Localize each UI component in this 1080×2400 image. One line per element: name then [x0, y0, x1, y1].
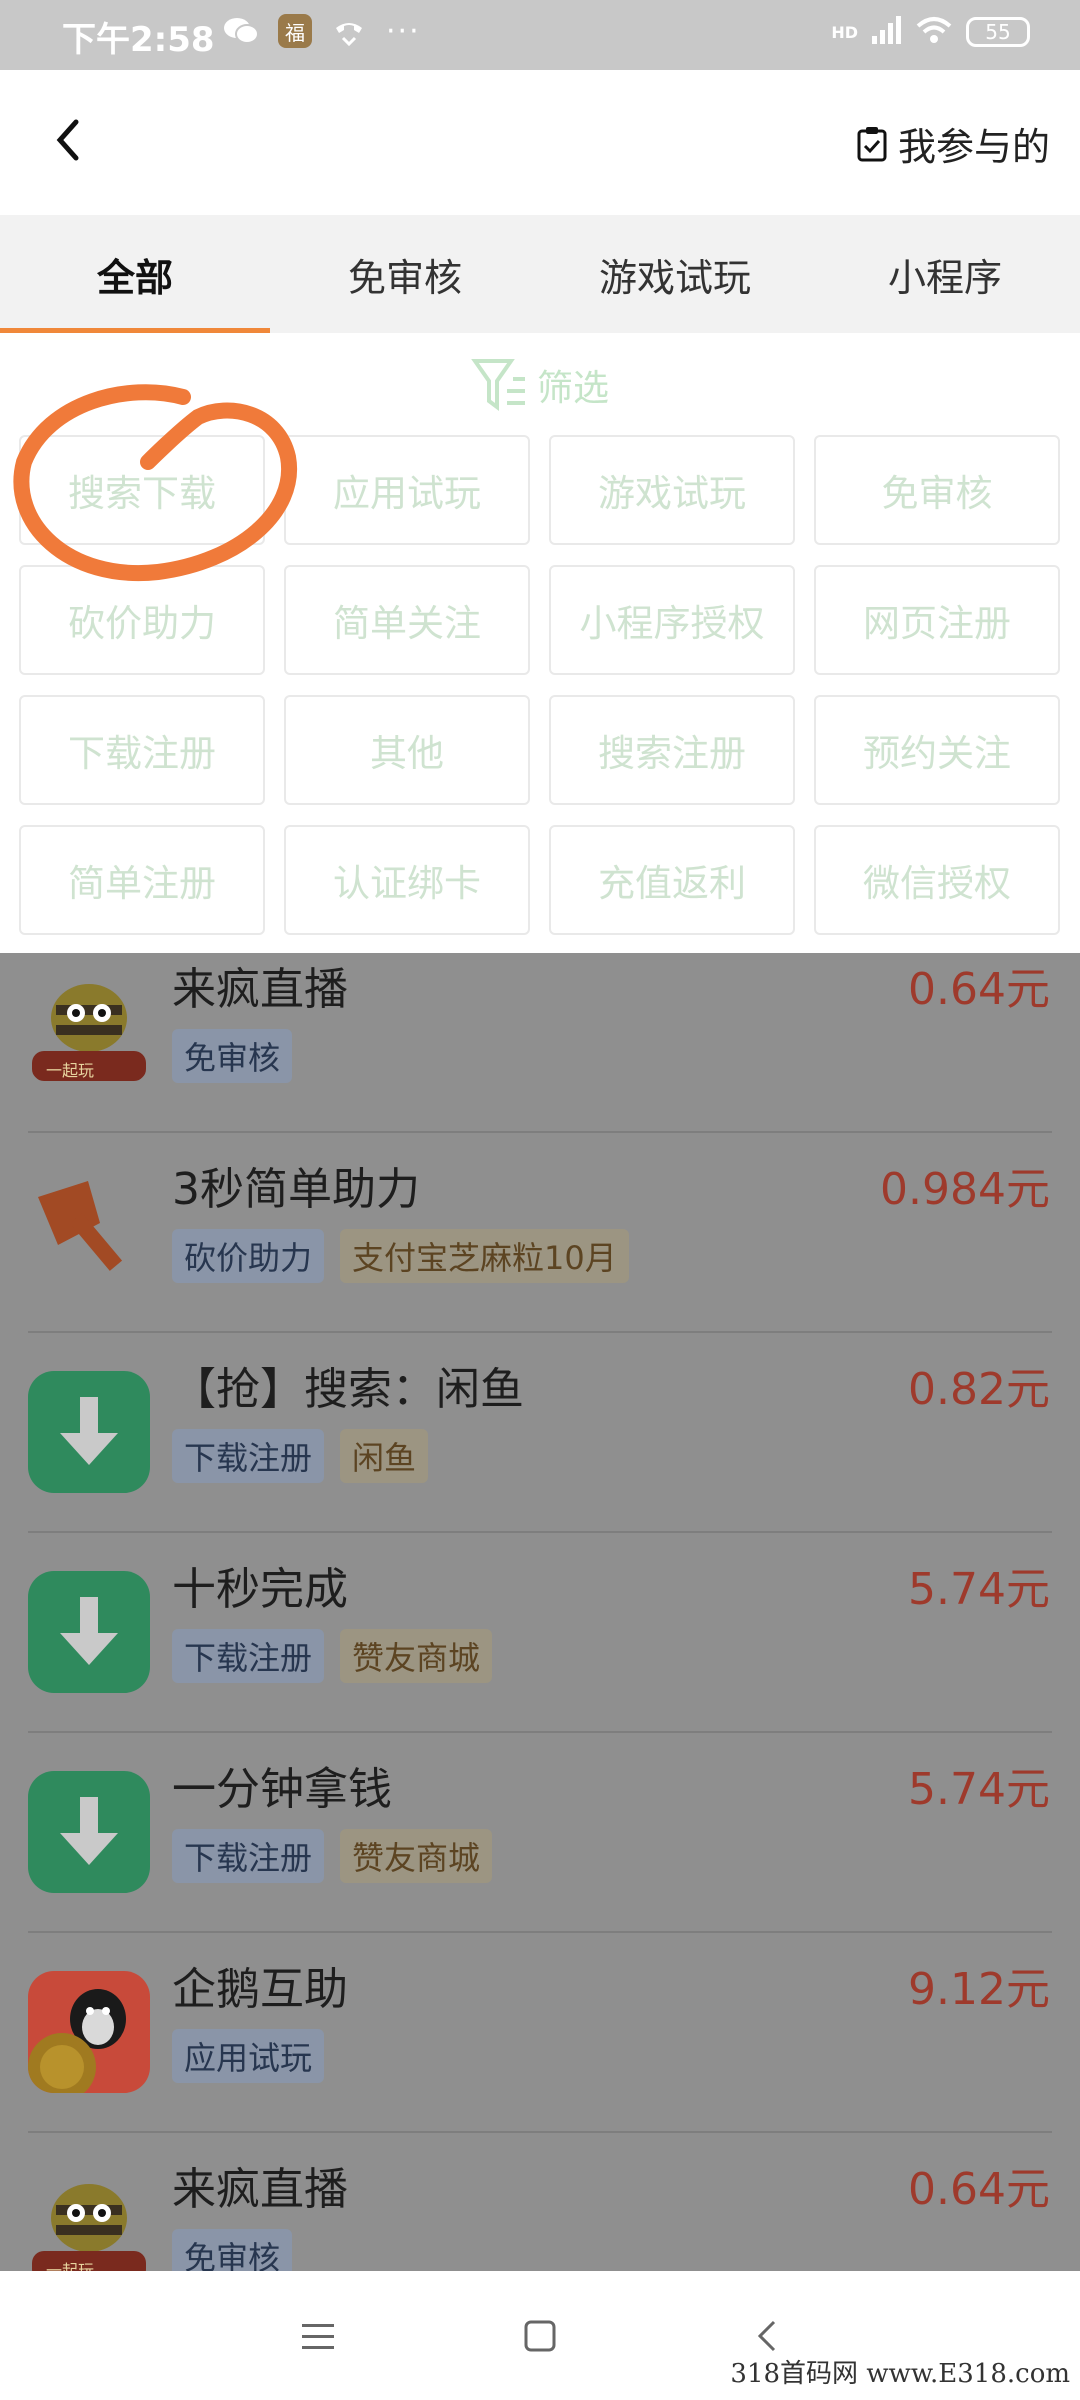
download-icon: [28, 1571, 150, 1693]
task-price: 5.74元: [908, 1764, 1050, 1815]
task-tag: 赞友商城: [340, 1829, 493, 1883]
task-tag: 下载注册: [172, 1429, 325, 1483]
wifi-icon: [916, 16, 952, 48]
task-row[interactable]: 十秒完成 下载注册 赞友商城 5.74元: [0, 1533, 1080, 1733]
task-tag: 下载注册: [172, 1829, 325, 1883]
task-title: 来疯直播: [172, 2164, 348, 2215]
task-tags: 下载注册 赞友商城: [172, 1829, 493, 1883]
task-tag: 砍价助力: [172, 1229, 325, 1283]
wechat-icon: [222, 12, 260, 50]
bee-icon: 一起玩: [28, 963, 150, 1085]
task-price: 0.64元: [908, 964, 1050, 1015]
bee-badge: 一起玩: [46, 2261, 95, 2271]
download-icon: [28, 1371, 150, 1493]
filter-option[interactable]: 免审核: [814, 435, 1060, 545]
menu-icon: [302, 2324, 334, 2349]
watermark: 318首码网 www.E318.com: [730, 2359, 1070, 2389]
task-tags: 免审核: [172, 1029, 293, 1083]
filter-option[interactable]: 微信授权: [814, 825, 1060, 935]
task-tags: 下载注册 闲鱼: [172, 1429, 429, 1483]
task-title: 十秒完成: [172, 1564, 348, 1615]
filter-option[interactable]: 小程序授权: [549, 565, 795, 675]
my-participation-label: 我参与的: [897, 125, 1050, 169]
task-tag: 应用试玩: [172, 2029, 325, 2083]
task-tag: 免审核: [172, 2229, 293, 2271]
task-tag: 赞友商城: [340, 1629, 493, 1683]
task-tags: 砍价助力 支付宝芝麻粒10月: [172, 1229, 629, 1283]
task-tag: 支付宝芝麻粒10月: [340, 1229, 629, 1283]
task-row[interactable]: 【抢】搜索：闲鱼 下载注册 闲鱼 0.82元: [0, 1333, 1080, 1533]
task-row[interactable]: 企鹅互助 应用试玩 9.12元: [0, 1933, 1080, 2133]
task-tags: 下载注册 赞友商城: [172, 1629, 493, 1683]
penguin-icon: [28, 1971, 150, 2093]
clipboard-check-icon: [857, 126, 887, 161]
filter-option[interactable]: 搜索下载: [19, 435, 265, 545]
tab-no-review[interactable]: 免审核: [270, 215, 540, 333]
filter-panel: 筛选 搜索下载 应用试玩 游戏试玩 免审核 砍价助力 简单关注 小程序授权 网页…: [0, 333, 1080, 953]
task-title: 【抢】搜索：闲鱼: [172, 1364, 524, 1415]
more-icon: ···: [386, 13, 421, 49]
task-price: 5.74元: [908, 1564, 1050, 1615]
task-tags: 免审核: [172, 2229, 293, 2271]
filter-option[interactable]: 网页注册: [814, 565, 1060, 675]
home-icon: [524, 2320, 556, 2352]
status-bar: 下午2:58 福 ··· HD 55: [0, 0, 1080, 70]
bee-icon: 一起玩: [28, 2163, 150, 2271]
back-button[interactable]: [40, 110, 100, 170]
task-price: 0.82元: [908, 1364, 1050, 1415]
filter-header[interactable]: 筛选: [0, 355, 1080, 415]
back-chevron-icon: [56, 119, 79, 161]
task-tag: 闲鱼: [340, 1429, 429, 1483]
task-row[interactable]: 一起玩 来疯直播 免审核 0.64元: [0, 953, 1080, 1133]
task-row[interactable]: 一分钟拿钱 下载注册 赞友商城 5.74元: [0, 1733, 1080, 1933]
phone-icon: [330, 12, 368, 50]
task-tag: 下载注册: [172, 1629, 325, 1683]
task-row[interactable]: 3秒简单助力 砍价助力 支付宝芝麻粒10月 0.984元: [0, 1133, 1080, 1333]
filter-option[interactable]: 下载注册: [19, 695, 265, 805]
filter-option[interactable]: 简单注册: [19, 825, 265, 935]
tab-mini-program[interactable]: 小程序: [810, 215, 1080, 333]
filter-option[interactable]: 其他: [284, 695, 530, 805]
signal-icon: [872, 16, 902, 48]
filter-option[interactable]: 游戏试玩: [549, 435, 795, 545]
task-title: 3秒简单助力: [172, 1164, 420, 1215]
task-title: 来疯直播: [172, 964, 348, 1015]
filter-option[interactable]: 搜索注册: [549, 695, 795, 805]
filter-option[interactable]: 应用试玩: [284, 435, 530, 545]
status-left-icons: 福 ···: [222, 12, 421, 50]
task-tags: 应用试玩: [172, 2029, 325, 2083]
category-tabs: 全部 免审核 游戏试玩 小程序: [0, 215, 1080, 333]
menu-button[interactable]: [288, 2306, 348, 2366]
tab-game-trial[interactable]: 游戏试玩: [540, 215, 810, 333]
download-icon: [28, 1771, 150, 1893]
home-button[interactable]: [510, 2306, 570, 2366]
task-list: 一起玩 来疯直播 免审核 0.64元 3秒简单助力 砍价助力 支付宝芝麻粒10月…: [0, 953, 1080, 2271]
axe-icon: [28, 1163, 150, 1285]
filter-option[interactable]: 砍价助力: [19, 565, 265, 675]
network-type: HD: [831, 22, 858, 42]
task-tag: 免审核: [172, 1029, 293, 1083]
battery-icon: 55: [966, 17, 1030, 47]
task-price: 0.64元: [908, 2164, 1050, 2215]
task-price: 9.12元: [908, 1964, 1050, 2015]
tab-all[interactable]: 全部: [0, 215, 270, 333]
task-title: 一分钟拿钱: [172, 1764, 392, 1815]
filter-options: 搜索下载 应用试玩 游戏试玩 免审核 砍价助力 简单关注 小程序授权 网页注册 …: [19, 435, 1063, 935]
status-time: 下午2:58: [62, 20, 215, 60]
status-right-icons: HD 55: [831, 16, 1030, 48]
filter-option[interactable]: 简单关注: [284, 565, 530, 675]
task-title: 企鹅互助: [172, 1964, 348, 2015]
my-participation-button[interactable]: 我参与的: [856, 116, 1050, 171]
bee-badge: 一起玩: [46, 1061, 95, 1080]
filter-icon: [471, 359, 525, 411]
filter-label: 筛选: [536, 368, 609, 409]
app-header: 我参与的: [0, 70, 1080, 215]
task-row[interactable]: 一起玩 来疯直播 免审核 0.64元: [0, 2133, 1080, 2271]
filter-option[interactable]: 充值返利: [549, 825, 795, 935]
filter-option[interactable]: 认证绑卡: [284, 825, 530, 935]
system-nav-bar: 318首码网 www.E318.com: [0, 2271, 1080, 2400]
fu-icon: 福: [278, 14, 312, 48]
task-price: 0.984元: [880, 1164, 1050, 1215]
filter-option[interactable]: 预约关注: [814, 695, 1060, 805]
